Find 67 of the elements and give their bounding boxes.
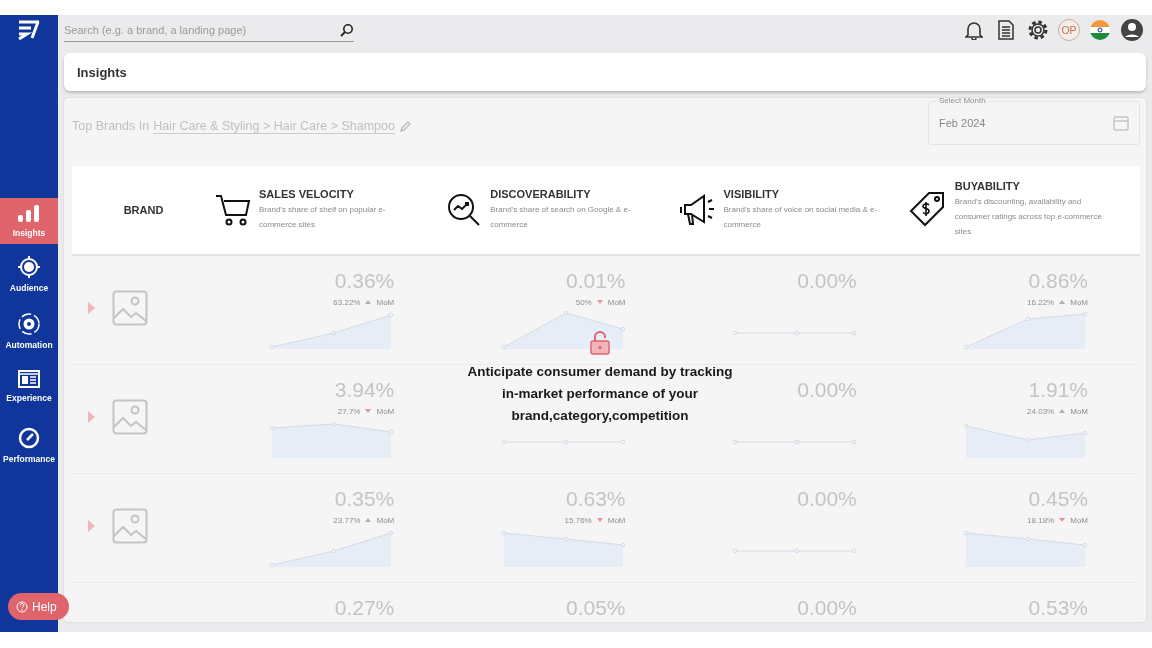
column-description: Brand's share of search on Google & e-commerce (490, 203, 632, 231)
change-percent: 50% (575, 297, 592, 307)
change-percent: 15.76% (564, 515, 592, 525)
column-description: Brand's share of voice on social media & e-commerce (723, 203, 879, 231)
sidebar-item[interactable]: Automation (0, 313, 58, 370)
unlocked-padlock-icon (590, 331, 610, 355)
page-title: Insights (64, 53, 1146, 91)
user-icon (1120, 18, 1144, 42)
change-period: MoM (376, 515, 395, 525)
target-icon (18, 256, 40, 278)
change-percent: 27.7% (337, 406, 361, 416)
change-period: MoM (1070, 406, 1088, 416)
question-icon (16, 600, 28, 613)
column-description: Brand's discounting, availability and consumer ratings across top e-commerce sites (954, 196, 1103, 239)
upgrade-message: Anticipate consumer demand by tracking in-market performance of your brand,category,competition (466, 363, 734, 425)
search-icon (340, 22, 354, 37)
settings-icon (1027, 19, 1049, 41)
column-heading: VISIBILITY (723, 187, 781, 200)
sidebar-label: Performance (3, 454, 55, 464)
megaphone-icon (677, 192, 716, 227)
change-period: MoM (376, 297, 395, 307)
change-period: MoM (607, 515, 626, 525)
price-tag-icon (908, 190, 947, 229)
column-heading: SALES VELOCITY (259, 187, 355, 200)
image-placeholder-icon (112, 507, 148, 544)
pencil-icon (398, 119, 412, 133)
change-percent: 18.18% (1027, 515, 1055, 525)
sidebar-item[interactable]: Experience (0, 370, 58, 427)
column-heading: BRAND (122, 203, 165, 216)
gauge-icon (18, 427, 40, 449)
country-button[interactable] (1088, 18, 1112, 42)
sidebar-item[interactable]: Performance (0, 427, 58, 484)
change-percent: 63.22% (333, 297, 361, 307)
change-period: MoM (1070, 515, 1088, 525)
bar-chart-icon (17, 204, 41, 223)
logo-icon (18, 20, 40, 40)
sidebar-label: Automation (5, 340, 53, 350)
change-period: MoM (376, 406, 395, 416)
browser-window-icon (18, 370, 40, 388)
gear-icon (18, 313, 40, 335)
help-button[interactable]: Help (8, 593, 69, 620)
month-label: Select Month (937, 98, 988, 106)
column-heading: BUYABILITY (954, 180, 1021, 193)
flag-icon (1089, 19, 1111, 41)
change-period: MoM (607, 297, 626, 307)
change-percent: 16.22% (1027, 297, 1055, 307)
sidebar-item[interactable]: Insights (0, 198, 58, 244)
change-percent: 24.03% (1027, 406, 1055, 416)
avatar-button[interactable]: OP (1058, 19, 1080, 41)
settings-button[interactable] (1026, 18, 1050, 42)
change-period: MoM (1070, 297, 1088, 307)
change-percent: 23.77% (333, 515, 361, 525)
profile-button[interactable] (1120, 18, 1144, 42)
column-description: Brand's share of shelf on popular e-commerce sites (259, 203, 387, 231)
month-value: Feb 2024 (939, 117, 986, 130)
bell-icon (965, 20, 983, 40)
image-placeholder-icon (112, 289, 148, 326)
calendar-icon (1113, 115, 1129, 132)
shopping-cart-icon (215, 192, 251, 227)
sidebar-label: Experience (6, 393, 52, 403)
document-icon (998, 20, 1014, 40)
sidebar-label: Audience (9, 283, 49, 293)
sidebar-item[interactable]: Audience (0, 256, 58, 313)
search-field[interactable]: Search (e.g. a brand, a landing page) (64, 23, 324, 36)
column-heading: DISCOVERABILITY (490, 187, 592, 200)
image-placeholder-icon (112, 398, 148, 435)
sidebar-label: Insights (12, 227, 46, 238)
